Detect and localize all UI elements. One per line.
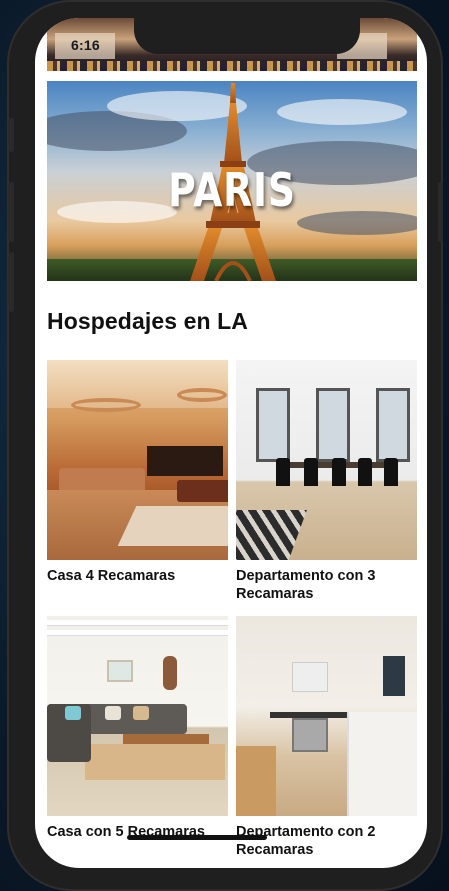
window (147, 446, 223, 476)
destination-banner-paris[interactable]: PARIS (47, 81, 417, 281)
notch (134, 18, 360, 54)
listing-card[interactable]: Casa 4 Recamaras (47, 360, 228, 585)
chair (304, 458, 318, 486)
ceiling-beam (47, 630, 228, 635)
window (383, 656, 405, 696)
hero-title: PARIS (168, 163, 296, 217)
listing-title: Casa 4 Recamaras (47, 568, 176, 584)
range-hood (292, 662, 328, 692)
pillow (105, 706, 121, 720)
phone-frame: 6:16 PARIS Hospedajes en LA Casa 4 Recam… (7, 0, 443, 891)
chair (276, 458, 290, 486)
status-time: 6:16 (71, 37, 100, 53)
power-button (438, 182, 443, 242)
pillow (65, 706, 81, 720)
section-title: Hospedajes en LA (47, 308, 248, 334)
ceiling-light (71, 398, 141, 412)
city-lights (47, 61, 417, 71)
volume-down-button (9, 252, 14, 312)
rug (85, 744, 225, 780)
mute-switch (9, 118, 14, 152)
window (256, 388, 290, 462)
chair (384, 458, 398, 486)
rug (117, 506, 228, 546)
window (316, 388, 350, 462)
ceiling-light (177, 388, 227, 402)
listing-title: Departamento con 2 Recamaras (236, 824, 376, 858)
listing-photo (47, 616, 228, 816)
rug (236, 510, 307, 560)
coffee-table (123, 734, 209, 744)
window (376, 388, 410, 462)
window (107, 660, 133, 682)
oven (292, 718, 328, 752)
app-screen: 6:16 PARIS Hospedajes en LA Casa 4 Recam… (35, 18, 427, 868)
listing-photo (236, 360, 417, 560)
chair (332, 458, 346, 486)
volume-up-button (9, 182, 14, 242)
cloud (277, 99, 407, 125)
pillow (133, 706, 149, 720)
listing-title: Departamento con 3 Recamaras (236, 568, 376, 602)
chair (358, 458, 372, 486)
listing-card[interactable]: Departamento con 2 Recamaras (236, 616, 417, 859)
listing-photo (47, 360, 228, 560)
shelf (236, 746, 276, 816)
home-indicator[interactable] (127, 835, 267, 840)
pool-table (177, 480, 228, 502)
ceiling-beam (47, 620, 228, 625)
listing-card[interactable]: Casa con 5 Recamaras (47, 616, 228, 841)
cabinet (347, 712, 417, 816)
listing-card[interactable]: Departamento con 3 Recamaras (236, 360, 417, 603)
wall-clock (163, 656, 177, 690)
listing-photo (236, 616, 417, 816)
